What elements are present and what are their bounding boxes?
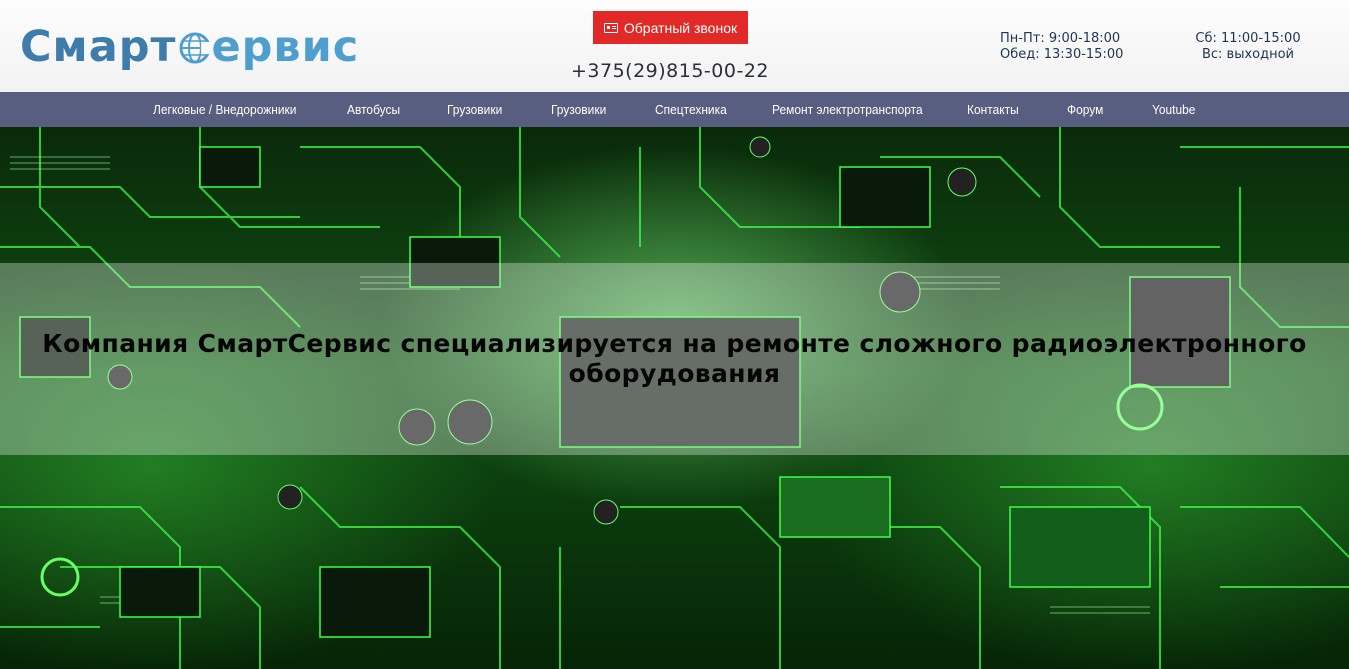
nav-item-buses[interactable]: Автобусы — [347, 92, 400, 127]
card-icon — [603, 22, 618, 33]
callback-button-label: Обратный звонок — [623, 19, 738, 36]
nav-item-cars[interactable]: Легковые / Внедорожники — [153, 92, 296, 127]
hours-line: Обед: 13:30-15:00 — [1000, 47, 1124, 62]
callback-button[interactable]: Обратный звонок — [593, 11, 748, 44]
hero-heading: Компания СмартСервис специализируется на… — [42, 329, 1307, 388]
nav-item-trucks-2[interactable]: Грузовики — [551, 92, 606, 127]
working-hours-weekdays: Пн-Пт: 9:00-18:00 Обед: 13:30-15:00 — [1000, 31, 1123, 63]
phone-number[interactable]: +375(29)815-00-22 — [560, 60, 780, 82]
logo-text-part1: Смарт — [20, 21, 177, 72]
nav-item-forum[interactable]: Форум — [1067, 92, 1103, 127]
hours-line: Пн-Пт: 9:00-18:00 — [1000, 31, 1121, 46]
hours-line: Вс: выходной — [1201, 47, 1295, 62]
logo-text-part2: ервис — [211, 21, 360, 72]
nav-item-special-vehicles[interactable]: Спецтехника — [655, 92, 727, 127]
main-nav: Легковые / Внедорожники Автобусы Грузови… — [0, 92, 1349, 127]
logo[interactable]: Смарт ервис — [20, 22, 359, 72]
working-hours-weekend: Сб: 11:00-15:00 Вс: выходной — [1193, 31, 1303, 63]
hero-banner: Компания СмартСервис специализируется на… — [0, 127, 1349, 669]
nav-item-trucks[interactable]: Грузовики — [447, 92, 502, 127]
globe-icon — [179, 32, 212, 64]
nav-item-electric-transport[interactable]: Ремонт электротранспорта — [772, 92, 923, 127]
nav-item-youtube[interactable]: Youtube — [1152, 92, 1195, 127]
hours-line: Сб: 11:00-15:00 — [1195, 31, 1301, 46]
site-header: Смарт ервис Обратный звонок +375(29)815-… — [0, 0, 1349, 92]
nav-item-contacts[interactable]: Контакты — [967, 92, 1019, 127]
